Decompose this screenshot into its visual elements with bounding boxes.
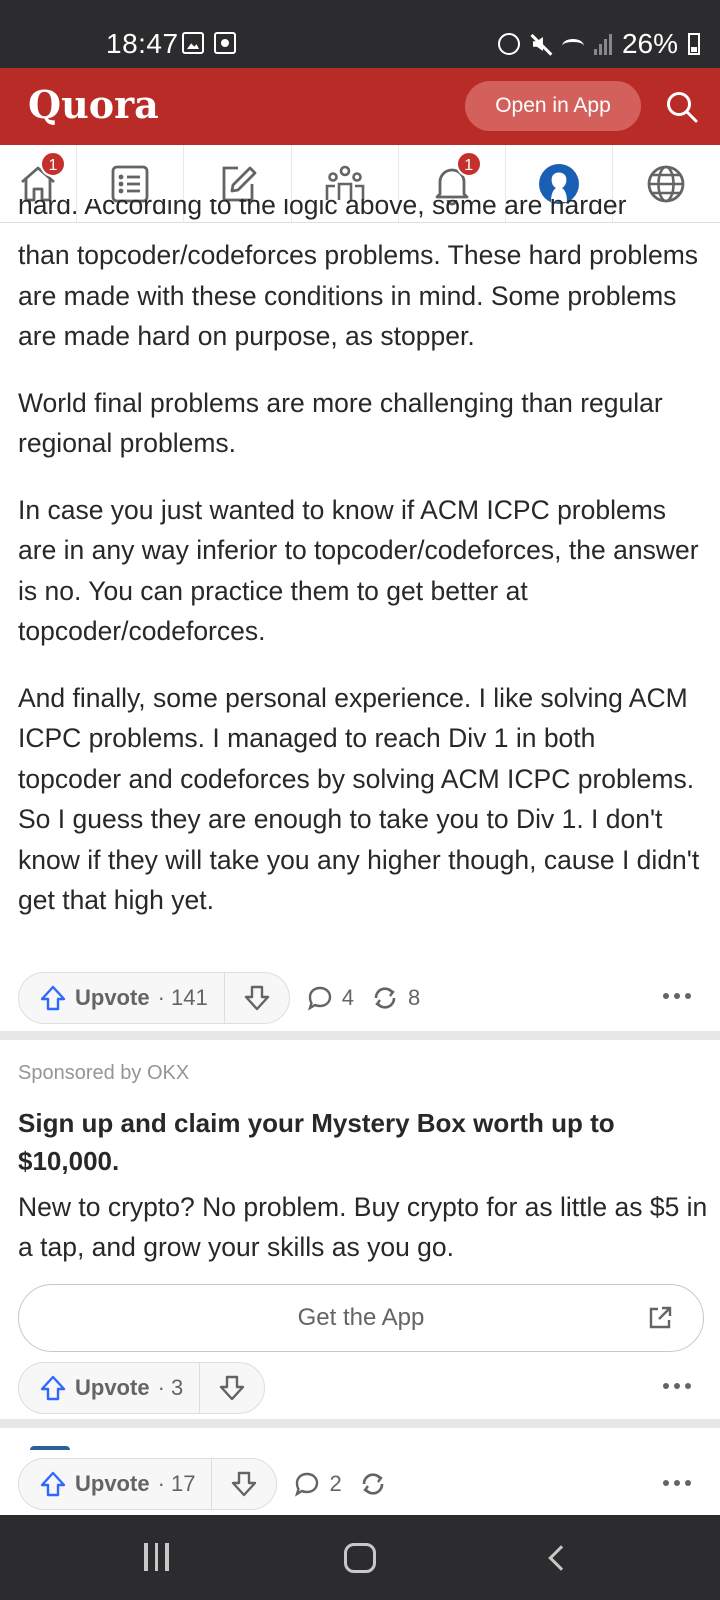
status-time: 18:47 xyxy=(106,28,179,59)
ad-title[interactable]: Sign up and claim your Mystery Box worth… xyxy=(18,1104,698,1180)
comments-button[interactable]: 2 xyxy=(293,1470,342,1498)
signal-icon xyxy=(593,33,612,55)
external-link-icon xyxy=(649,1306,672,1329)
upvote-label: Upvote xyxy=(75,985,150,1010)
downvote-button[interactable] xyxy=(225,973,289,1023)
comment-count: 4 xyxy=(341,985,354,1010)
reshare-icon xyxy=(362,1473,384,1495)
home-badge: 1 xyxy=(40,151,66,177)
vote-pill: Upvote · 17 xyxy=(18,1458,278,1510)
gallery-notification-icon xyxy=(182,32,204,54)
ad-actions: Upvote · 3 xyxy=(18,1362,266,1414)
downvote-arrow-icon xyxy=(232,1471,257,1497)
ad-body: New to crypto? No problem. Buy crypto fo… xyxy=(18,1192,708,1262)
upvote-button[interactable]: Upvote · 141 xyxy=(19,973,225,1023)
next-answer-actions: Upvote · 17 2 xyxy=(18,1458,388,1510)
downvote-button[interactable] xyxy=(212,1459,276,1509)
upvote-count: · 17 xyxy=(157,1471,196,1496)
battery-icon xyxy=(688,33,700,55)
avatar xyxy=(30,1446,70,1450)
section-divider xyxy=(0,1419,720,1428)
quora-logo[interactable]: Quora xyxy=(28,82,159,127)
back-button[interactable] xyxy=(548,1545,574,1571)
comment-icon xyxy=(307,986,331,1011)
notifications-badge: 1 xyxy=(455,151,482,177)
answer-paragraph: And finally, some personal experience. I… xyxy=(18,682,700,916)
system-navigation-bar xyxy=(0,1515,720,1600)
downvote-button[interactable] xyxy=(200,1363,264,1413)
clipped-text-line: hard. According to the logic above, some… xyxy=(18,199,627,220)
downvote-arrow-icon xyxy=(220,1375,245,1401)
comment-count: 2 xyxy=(329,1471,342,1496)
wifi-icon xyxy=(561,39,584,53)
section-divider xyxy=(0,1031,720,1040)
more-options-button[interactable] xyxy=(663,1480,691,1488)
status-bar: 18:47 26% xyxy=(0,0,720,68)
share-button[interactable]: 8 xyxy=(370,983,420,1013)
sponsored-label: Sponsored by OKX xyxy=(18,1062,190,1084)
answer-content: hard. According to the logic above, some… xyxy=(0,199,720,921)
upvote-button[interactable]: Upvote · 17 xyxy=(19,1459,213,1509)
share-button[interactable] xyxy=(358,1469,388,1499)
open-in-app-button[interactable]: Open in App xyxy=(465,81,641,131)
app-header: Quora Open in App xyxy=(0,68,720,145)
comment-icon xyxy=(295,1472,319,1497)
reshare-icon xyxy=(374,987,396,1009)
upvote-label: Upvote xyxy=(75,1375,150,1400)
alarm-icon xyxy=(497,33,520,55)
answer-actions: Upvote · 141 4 8 xyxy=(18,972,420,1024)
search-icon[interactable] xyxy=(665,90,699,124)
upvote-button[interactable]: Upvote · 3 xyxy=(19,1363,201,1413)
upvote-arrow-icon xyxy=(40,1471,66,1497)
downvote-arrow-icon xyxy=(244,985,269,1011)
get-the-app-button[interactable]: Get the App xyxy=(18,1284,704,1352)
app-notification-icon xyxy=(214,32,236,54)
vote-pill: Upvote · 3 xyxy=(18,1362,266,1414)
more-options-button[interactable] xyxy=(663,1383,691,1391)
mute-icon xyxy=(530,33,552,55)
comments-button[interactable]: 4 xyxy=(306,984,354,1012)
vote-pill: Upvote · 141 xyxy=(18,972,290,1024)
upvote-count: · 141 xyxy=(157,985,208,1010)
answer-paragraph: than topcoder/codeforces problems. These… xyxy=(18,240,699,351)
answer-paragraph: In case you just wanted to know if ACM I… xyxy=(18,494,699,647)
recents-button[interactable] xyxy=(144,1543,169,1571)
more-options-button[interactable] xyxy=(663,993,691,1001)
battery-percent: 26% xyxy=(621,28,678,59)
status-left-icons xyxy=(182,32,236,54)
upvote-arrow-icon xyxy=(40,985,66,1011)
home-button[interactable] xyxy=(344,1543,376,1573)
upvote-arrow-icon xyxy=(40,1375,66,1401)
share-count: 8 xyxy=(407,985,421,1010)
status-right: 26% xyxy=(497,28,700,60)
get-the-app-label: Get the App xyxy=(297,1304,425,1331)
upvote-label: Upvote xyxy=(75,1471,150,1496)
upvote-count: · 3 xyxy=(157,1375,184,1400)
answer-paragraph: World final problems are more challengin… xyxy=(18,387,663,459)
